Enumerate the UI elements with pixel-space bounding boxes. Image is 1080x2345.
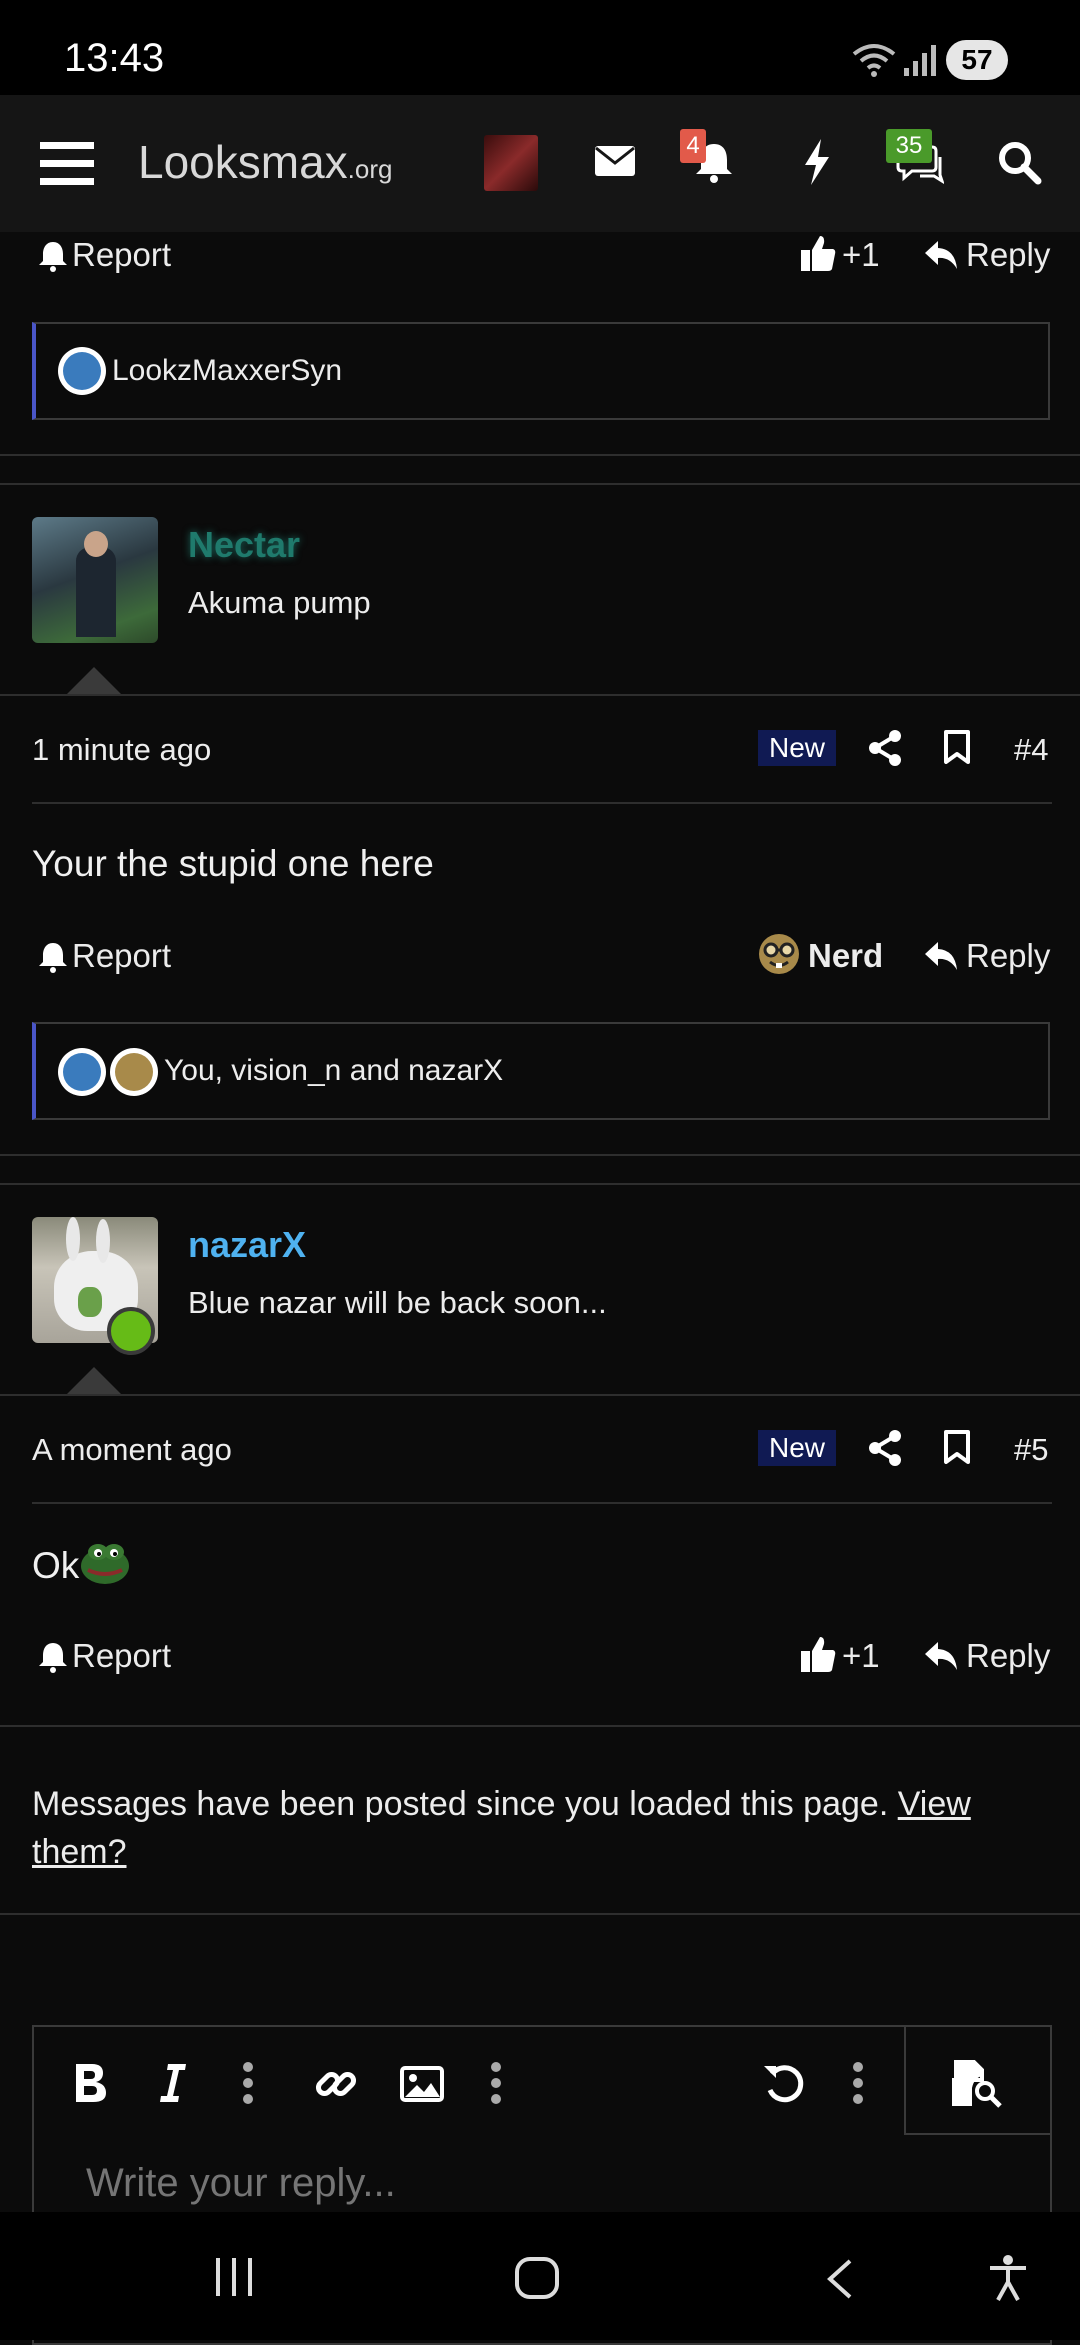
preview-icon[interactable] [952, 2060, 1004, 2108]
post-content: Your the stupid one here [32, 843, 434, 884]
post-timestamp[interactable]: 1 minute ago [32, 732, 211, 768]
new-badge: New [758, 730, 836, 766]
image-icon[interactable] [400, 2066, 444, 2102]
undo-icon[interactable] [762, 2062, 806, 2106]
post-number[interactable]: #4 [1014, 732, 1048, 768]
share-icon[interactable] [868, 1430, 902, 1466]
username-nazarx[interactable]: nazarX [188, 1224, 306, 1266]
user-avatar[interactable] [484, 135, 538, 191]
battery-indicator: 57 [946, 40, 1008, 80]
accessibility-icon[interactable] [988, 2254, 1028, 2302]
hamburger-menu-icon[interactable] [40, 140, 94, 186]
like-reaction-icon [58, 347, 106, 395]
user-title: Akuma pump [188, 585, 371, 620]
online-status-indicator [107, 1307, 155, 1355]
alerts-badge: 4 [680, 129, 706, 163]
conversations-badge: 35 [886, 129, 932, 163]
bell-icon [38, 941, 68, 973]
logo-text: Looksmax [138, 136, 348, 188]
post-divider [0, 1183, 1080, 1185]
new-messages-notice: Messages have been posted since you load… [32, 1780, 1032, 1876]
lightning-icon[interactable] [802, 139, 832, 185]
like-reaction-icon [58, 1048, 106, 1096]
post-content: Ok [32, 1545, 80, 1586]
post-divider [0, 454, 1080, 456]
thumbs-up-icon [800, 1635, 836, 1673]
thumbs-up-icon [800, 234, 836, 272]
pepe-frog-icon [78, 1536, 132, 1586]
reply-label: Reply [966, 937, 1051, 974]
post-number[interactable]: #5 [1014, 1432, 1048, 1468]
reaction-label: Nerd [808, 937, 884, 974]
post-divider [0, 483, 1080, 485]
reply-label: Reply [966, 1637, 1051, 1674]
clock: 13:43 [64, 36, 165, 80]
post-header-pointer [66, 1367, 122, 1395]
search-icon[interactable] [998, 141, 1042, 185]
post-header-divider [0, 1394, 1080, 1396]
username-nectar[interactable]: Nectar [188, 524, 300, 566]
nerd-reaction-icon [110, 1048, 158, 1096]
bold-icon[interactable] [72, 2062, 108, 2104]
more-options-icon[interactable] [490, 2062, 502, 2104]
avatar[interactable] [32, 517, 158, 643]
bell-icon [38, 240, 68, 272]
signal-icon [902, 42, 938, 78]
reactions-users: LookzMaxxerSyn [112, 354, 343, 387]
like-count: +1 [842, 1637, 880, 1674]
reply-text-input[interactable] [84, 2160, 988, 2207]
new-badge: New [758, 1430, 836, 1466]
post-header-divider [0, 694, 1080, 696]
site-logo[interactable]: Looksmax.org [138, 135, 392, 189]
editor-toolbar-separator [906, 2133, 1052, 2135]
post-header-pointer [66, 667, 122, 695]
post-meta-divider [32, 802, 1052, 804]
inbox-icon[interactable] [594, 145, 636, 177]
post-divider [0, 1725, 1080, 1727]
reply-icon [924, 240, 958, 270]
reactions-bar[interactable]: LookzMaxxerSyn [32, 322, 1050, 420]
reply-icon [924, 941, 958, 971]
post-timestamp[interactable]: A moment ago [32, 1432, 232, 1468]
editor-toolbar-separator [904, 2025, 906, 2135]
share-icon[interactable] [868, 730, 902, 766]
bell-icon [38, 1641, 68, 1673]
link-icon[interactable] [314, 2062, 358, 2106]
back-icon[interactable] [824, 2258, 854, 2300]
reply-icon [924, 1641, 958, 1671]
post-meta-divider [32, 1502, 1052, 1504]
reactions-users: You, vision_n and nazarX [164, 1054, 504, 1087]
reply-label: Reply [966, 236, 1051, 273]
italic-icon[interactable] [158, 2062, 188, 2104]
more-options-icon[interactable] [242, 2062, 254, 2104]
wifi-icon [852, 42, 896, 78]
like-count: +1 [842, 236, 880, 273]
system-navigation-bar [0, 2212, 1080, 2340]
notice-divider [0, 1913, 1080, 1915]
recent-apps-icon[interactable] [212, 2256, 256, 2298]
notice-text: Messages have been posted since you load… [32, 1785, 898, 1823]
top-navigation: Looksmax.org 4 35 [0, 95, 1080, 232]
report-label: Report [72, 1637, 172, 1674]
report-label: Report [72, 236, 172, 273]
nerd-face-icon [758, 933, 800, 975]
reactions-bar[interactable]: You, vision_n and nazarX [32, 1022, 1050, 1120]
post-divider [0, 1154, 1080, 1156]
more-options-icon[interactable] [852, 2062, 864, 2104]
logo-suffix: .org [347, 154, 393, 184]
user-title: Blue nazar will be back soon... [188, 1285, 607, 1320]
bookmark-icon[interactable] [944, 1430, 970, 1464]
bookmark-icon[interactable] [944, 730, 970, 764]
report-label: Report [72, 937, 172, 974]
status-bar: 13:43 57 [0, 0, 1080, 95]
home-icon[interactable] [514, 2256, 560, 2300]
